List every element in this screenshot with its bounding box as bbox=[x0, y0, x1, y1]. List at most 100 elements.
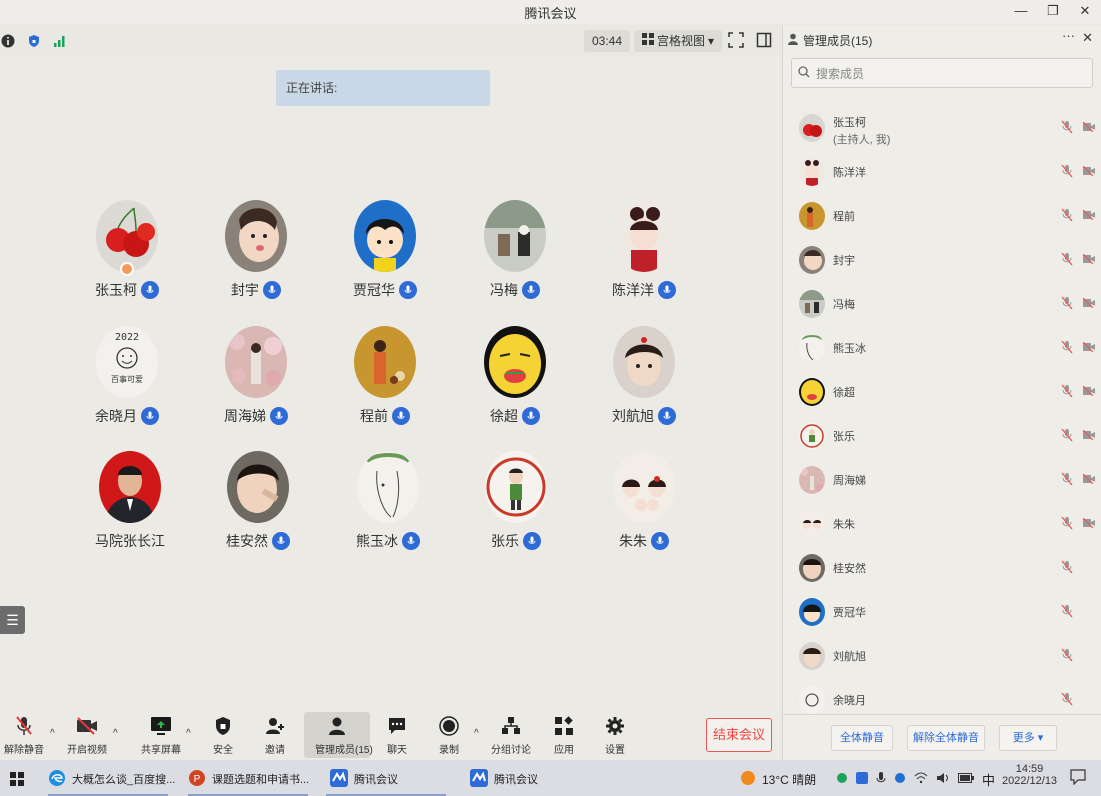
chat-button[interactable]: 聊天 bbox=[375, 714, 419, 756]
participant-tile[interactable]: 封宇 bbox=[196, 200, 316, 310]
unmute-button[interactable]: 解除静音 bbox=[2, 714, 46, 756]
end-meeting-button[interactable]: 结束会议 bbox=[706, 718, 772, 752]
more-dropdown-button[interactable]: 更多 ▾ bbox=[999, 725, 1057, 751]
breakout-button[interactable]: 分组讨论 bbox=[489, 714, 533, 756]
muted-mic-icon[interactable] bbox=[1061, 560, 1073, 577]
muted-mic-icon[interactable] bbox=[1061, 472, 1073, 489]
muted-mic-icon[interactable] bbox=[1061, 252, 1073, 269]
record-button[interactable]: 录制 bbox=[427, 714, 471, 756]
clock[interactable]: 14:59 2022/12/13 bbox=[1002, 763, 1057, 787]
participant-tile[interactable]: 马院张长江 bbox=[70, 451, 190, 561]
restore-button[interactable]: ❐ bbox=[1037, 0, 1069, 24]
muted-mic-icon[interactable] bbox=[1061, 692, 1073, 709]
video-caret-icon[interactable]: ^ bbox=[113, 728, 118, 739]
member-row[interactable]: 贾冠华 bbox=[783, 592, 1101, 632]
camera-off-icon[interactable] bbox=[1082, 209, 1096, 223]
wifi-tray-icon[interactable] bbox=[914, 772, 928, 787]
meeting-tray-icon[interactable] bbox=[856, 771, 868, 787]
muted-mic-icon[interactable] bbox=[1061, 428, 1073, 445]
participant-tile[interactable]: 陈洋洋 bbox=[584, 200, 704, 310]
taskbar-app-browser[interactable]: 大概怎么谈_百度搜... bbox=[48, 768, 175, 790]
info-icon[interactable] bbox=[0, 33, 16, 49]
security-button[interactable]: 安全 bbox=[201, 714, 245, 756]
participant-tile[interactable]: 徐超 bbox=[455, 326, 575, 436]
camera-off-icon[interactable] bbox=[1082, 341, 1096, 355]
member-row[interactable]: 周海娣 bbox=[783, 460, 1101, 500]
camera-off-icon[interactable] bbox=[1082, 473, 1096, 487]
more-icon[interactable]: ··· bbox=[1062, 28, 1075, 43]
camera-off-icon[interactable] bbox=[1082, 121, 1096, 135]
participant-tile[interactable]: 刘航旭 bbox=[584, 326, 704, 436]
close-icon[interactable]: ✕ bbox=[1082, 30, 1093, 46]
member-row[interactable]: 张玉柯 (主持人, 我) bbox=[783, 106, 1101, 154]
camera-off-icon[interactable] bbox=[1082, 385, 1096, 399]
apps-button[interactable]: 应用 bbox=[542, 714, 586, 756]
participant-tile[interactable]: 2022 百事可爱 余晓月 bbox=[67, 326, 187, 436]
member-row[interactable]: 陈洋洋 bbox=[783, 152, 1101, 192]
participant-tile[interactable]: 朱朱 bbox=[584, 451, 704, 561]
member-row[interactable]: 张乐 bbox=[783, 416, 1101, 456]
member-row[interactable]: 冯梅 bbox=[783, 284, 1101, 324]
settings-button[interactable]: 设置 bbox=[593, 714, 637, 756]
member-row[interactable]: 刘航旭 bbox=[783, 636, 1101, 676]
muted-mic-icon[interactable] bbox=[1061, 604, 1073, 621]
grid-view-dropdown[interactable]: 宫格视图 ▾ bbox=[634, 30, 723, 52]
muted-mic-icon[interactable] bbox=[1061, 516, 1073, 533]
volume-tray-icon[interactable] bbox=[936, 772, 950, 787]
taskbar-app-ppt[interactable]: P 课题选题和申请书... bbox=[188, 768, 309, 790]
taskbar-app-meeting[interactable]: 腾讯会议 bbox=[330, 768, 398, 790]
list-toggle-icon[interactable]: ☰ bbox=[0, 606, 25, 634]
record-caret-icon[interactable]: ^ bbox=[474, 728, 479, 739]
minimize-button[interactable]: — bbox=[1005, 0, 1037, 24]
mic-tray-icon[interactable] bbox=[876, 771, 886, 788]
ime-indicator[interactable]: 中 bbox=[982, 770, 995, 789]
camera-off-icon[interactable] bbox=[1082, 429, 1096, 443]
member-row[interactable]: 朱朱 bbox=[783, 504, 1101, 544]
member-row[interactable]: 桂安然 bbox=[783, 548, 1101, 588]
start-video-button[interactable]: 开启视频 bbox=[65, 714, 109, 756]
camera-off-icon[interactable] bbox=[1082, 253, 1096, 267]
security-shield-icon[interactable] bbox=[26, 33, 42, 49]
unmute-all-button[interactable]: 解除全体静音 bbox=[907, 725, 985, 751]
camera-off-icon[interactable] bbox=[1082, 517, 1096, 531]
share-screen-button[interactable]: 共享屏幕 bbox=[139, 714, 183, 756]
share-caret-icon[interactable]: ^ bbox=[186, 728, 191, 739]
weather-widget[interactable]: 13°C 晴朗 bbox=[740, 768, 816, 790]
muted-mic-icon[interactable] bbox=[1061, 120, 1073, 137]
muted-mic-icon[interactable] bbox=[1061, 164, 1073, 181]
participant-tile[interactable]: 周海娣 bbox=[196, 326, 316, 436]
member-row[interactable]: 封宇 bbox=[783, 240, 1101, 280]
participant-tile[interactable]: 贾冠华 bbox=[325, 200, 445, 310]
muted-mic-icon[interactable] bbox=[1061, 648, 1073, 665]
wechat-tray-icon[interactable] bbox=[836, 772, 848, 787]
sidebar-toggle-icon[interactable] bbox=[756, 32, 772, 51]
participant-tile[interactable]: 桂安然 bbox=[198, 451, 318, 561]
manage-members-button[interactable]: 管理成员(15) bbox=[315, 714, 373, 756]
close-button[interactable]: ✕ bbox=[1069, 0, 1101, 24]
participant-tile[interactable]: 张乐 bbox=[456, 451, 576, 561]
taskbar-app-meeting-2[interactable]: 腾讯会议 bbox=[470, 768, 538, 790]
notification-icon[interactable] bbox=[1070, 769, 1086, 788]
signal-icon[interactable] bbox=[52, 33, 68, 49]
mute-all-button[interactable]: 全体静音 bbox=[831, 725, 893, 751]
battery-tray-icon[interactable] bbox=[958, 772, 974, 786]
participant-tile[interactable]: 熊玉冰 bbox=[328, 451, 448, 561]
windows-start-icon[interactable] bbox=[10, 768, 24, 790]
participant-tile[interactable]: 程前 bbox=[325, 326, 445, 436]
muted-mic-icon[interactable] bbox=[1061, 384, 1073, 401]
camera-off-icon[interactable] bbox=[1082, 165, 1096, 179]
fullscreen-icon[interactable] bbox=[728, 32, 744, 51]
qq-tray-icon[interactable] bbox=[894, 772, 906, 787]
member-row[interactable]: 程前 bbox=[783, 196, 1101, 236]
participant-tile[interactable]: 张玉柯 bbox=[67, 200, 187, 310]
unmute-caret-icon[interactable]: ^ bbox=[50, 728, 55, 739]
search-members-input[interactable]: 搜索成员 bbox=[791, 58, 1093, 88]
member-row[interactable]: 徐超 bbox=[783, 372, 1101, 412]
member-row[interactable]: 熊玉冰 bbox=[783, 328, 1101, 368]
invite-button[interactable]: 邀请 bbox=[253, 714, 297, 756]
participant-tile[interactable]: 冯梅 bbox=[455, 200, 575, 310]
muted-mic-icon[interactable] bbox=[1061, 296, 1073, 313]
camera-off-icon[interactable] bbox=[1082, 297, 1096, 311]
muted-mic-icon[interactable] bbox=[1061, 340, 1073, 357]
muted-mic-icon[interactable] bbox=[1061, 208, 1073, 225]
